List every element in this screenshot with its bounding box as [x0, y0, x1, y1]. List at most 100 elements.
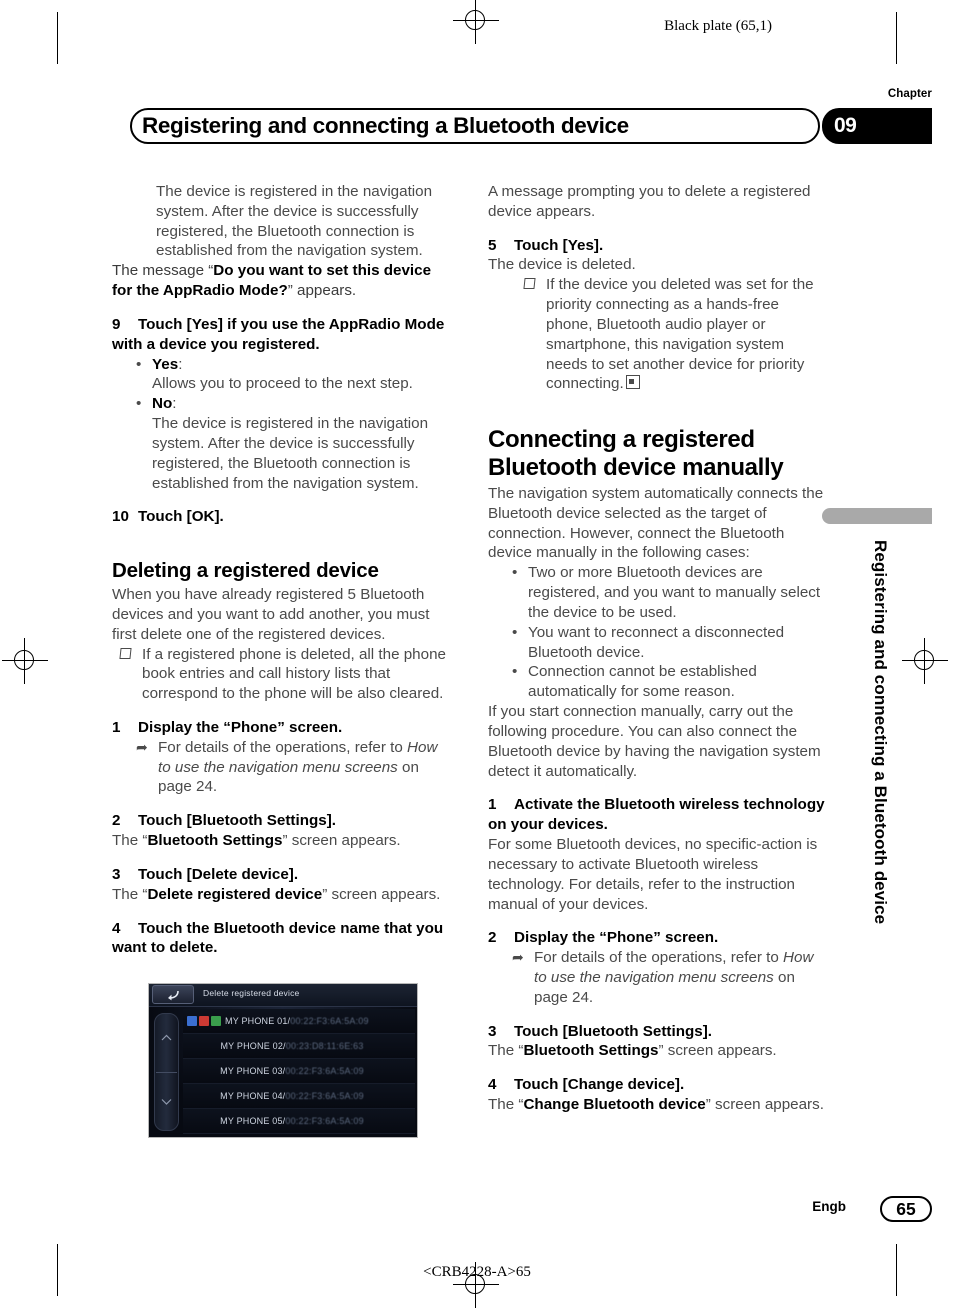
hands-free-profile-icon — [187, 1016, 197, 1026]
step-2-text: Touch [Bluetooth Settings]. — [138, 812, 336, 830]
step-10-number: 10 — [112, 508, 129, 526]
step-3-number: 3 — [488, 1022, 497, 1040]
side-tab-bar — [822, 508, 932, 524]
note-deleted-phone-text: If a registered phone is deleted, all th… — [142, 645, 446, 703]
note-square-icon — [523, 275, 546, 394]
device-name: MY PHONE 03/ — [220, 1066, 286, 1076]
device-address: 00:22:F3:6A:5A:09 — [285, 1066, 364, 1076]
after-3r-prefix: The “ — [488, 1042, 524, 1060]
after-step-4-right: The “Change Bluetooth device” screen app… — [488, 1095, 828, 1115]
step-2-number: 2 — [488, 929, 497, 947]
step-3-left: 3 Touch [Delete device]. — [112, 865, 452, 885]
page-header-bar: Registering and connecting a Bluetooth d… — [130, 108, 820, 144]
bullet-dot-icon: • — [136, 355, 142, 373]
intro-indent-paragraph: The device is registered in the navigati… — [156, 183, 433, 260]
step-4-text: Touch [Change device]. — [514, 1076, 685, 1094]
device-name: MY PHONE 04/ — [220, 1091, 286, 1101]
back-arrow-glyph — [168, 990, 179, 1000]
after-step-2-left: The “Bluetooth Settings” screen appears. — [112, 831, 452, 851]
device-name: MY PHONE 05/ — [220, 1116, 286, 1126]
section-title-deleting: Deleting a registered device — [112, 559, 379, 583]
connect-bullet-1-text: Two or more Bluetooth devices are regist… — [528, 564, 821, 621]
chevron-up-icon[interactable] — [161, 1034, 172, 1041]
after-step-3-left: The “Delete registered device” screen ap… — [112, 885, 452, 905]
scrollbar-divider — [156, 1072, 177, 1073]
connect-bullet-3: • Connection cannot be established autom… — [512, 662, 828, 702]
device-scrollbar[interactable] — [154, 1013, 179, 1131]
chevron-down-icon[interactable] — [161, 1098, 172, 1105]
bullet-yes-body: Allows you to proceed to the next step. — [152, 375, 413, 393]
step-10: 10 Touch [OK]. — [112, 507, 452, 527]
bullet-no-label: No — [152, 395, 173, 413]
step-1-text: Display the “Phone” screen. — [138, 718, 343, 736]
list-item[interactable]: MY PHONE 04/ 00:22:F3:6A:5A:09 — [183, 1084, 415, 1109]
device-address: 00:22:F3:6A:5A:09 — [290, 1016, 369, 1026]
reference-1-left: ➦ For details of the operations, refer t… — [136, 738, 452, 797]
device-name: MY PHONE 02/ — [220, 1041, 286, 1051]
after-3r-bold: Bluetooth Settings — [523, 1042, 659, 1060]
right-intro-paragraph: A message prompting you to delete a regi… — [488, 183, 811, 220]
device-screenshot: Delete registered device MY PHONE 01/ 00… — [148, 983, 418, 1138]
bullet-dot-icon: • — [512, 663, 518, 681]
device-screen-topbar: Delete registered device — [149, 984, 417, 1007]
connect-bullet-2-text: You want to reconnect a disconnected Blu… — [528, 623, 785, 661]
step-1-number: 1 — [112, 718, 121, 736]
right-column: A message prompting you to delete a regi… — [488, 182, 828, 1115]
device-address: 00:22:F3:6A:5A:09 — [285, 1116, 364, 1126]
note-priority-connecting: If the device you deleted was set for th… — [523, 275, 828, 394]
section-title-connecting: Connecting a registered Bluetooth device… — [488, 426, 784, 482]
list-item[interactable]: MY PHONE 05/ 00:22:F3:6A:5A:09 — [183, 1109, 415, 1134]
bullet-yes-colon: : — [178, 355, 183, 373]
list-item[interactable]: MY PHONE 03/ 00:22:F3:6A:5A:09 — [183, 1059, 415, 1084]
step-4-number: 4 — [112, 919, 121, 937]
device-address: 00:22:F3:6A:5A:09 — [285, 1091, 364, 1101]
after-3-suffix: ” screen appears. — [322, 885, 441, 903]
reference-1-prefix: For details of the operations, refer to — [158, 738, 408, 756]
step-4-text: Touch the Bluetooth device name that you… — [112, 919, 444, 957]
bullet-spacer — [136, 374, 152, 394]
after-step-3-right: The “Bluetooth Settings” screen appears. — [488, 1041, 828, 1061]
step-5-text: Touch [Yes]. — [514, 236, 604, 254]
after-step-1-right: For some Bluetooth devices, no specific-… — [488, 836, 818, 913]
smartphone-profile-icon — [211, 1016, 221, 1026]
bullet-no: • No: — [136, 394, 452, 414]
reference-arrow-icon: ➦ — [136, 738, 148, 755]
bullet-yes-label: Yes — [152, 355, 179, 373]
device-screen-body: MY PHONE 01/ 00:22:F3:6A:5A:09 MY PHONE … — [149, 1007, 417, 1137]
after-3-bold: Delete registered device — [147, 885, 323, 903]
list-item[interactable]: MY PHONE 01/ 00:22:F3:6A:5A:09 — [183, 1009, 415, 1034]
step-3-text: Touch [Bluetooth Settings]. — [514, 1022, 712, 1040]
step-2-number: 2 — [112, 812, 121, 830]
after-2-prefix: The “ — [112, 832, 148, 850]
bullet-yes: • Yes: — [136, 355, 452, 375]
footer-page-number: 65 — [880, 1196, 932, 1222]
bullet-yes-body-row: Allows you to proceed to the next step. — [136, 374, 452, 394]
after-step-5-right: The device is deleted. — [488, 256, 636, 274]
note-priority-connecting-text: If the device you deleted was set for th… — [546, 276, 814, 393]
list-item[interactable]: MY PHONE 02/ 00:23:D8:11:6E:63 — [183, 1034, 415, 1059]
note-deleted-phone: If a registered phone is deleted, all th… — [119, 645, 452, 704]
apprad-message-paragraph: The message “Do you want to set this dev… — [112, 261, 452, 301]
step-1-right: 1 Activate the Bluetooth wireless technol… — [488, 795, 828, 835]
step-2-left: 2 Touch [Bluetooth Settings]. — [112, 811, 452, 831]
footer-language-code: Engb — [812, 1199, 846, 1214]
step-5-right: 5 Touch [Yes]. — [488, 236, 828, 256]
bullet-no-colon: : — [172, 395, 177, 413]
bullet-no-body: The device is registered in the navigati… — [152, 415, 429, 492]
crop-mark-top-right — [896, 12, 897, 64]
registration-mark-left — [2, 638, 48, 684]
after-3-prefix: The “ — [112, 885, 148, 903]
after-4r-prefix: The “ — [488, 1096, 524, 1114]
step-9-number: 9 — [112, 315, 121, 333]
step-3-right: 3 Touch [Bluetooth Settings]. — [488, 1022, 828, 1042]
step-1-text: Activate the Bluetooth wireless technolo… — [488, 796, 825, 834]
reference-2-prefix: For details of the operations, refer to — [534, 949, 784, 967]
step-4-number: 4 — [488, 1076, 497, 1094]
step-2-right: 2 Display the “Phone” screen. — [488, 928, 828, 948]
device-screen-title: Delete registered device — [203, 988, 300, 998]
step-5-number: 5 — [488, 236, 497, 254]
left-column: The device is registered in the navigati… — [112, 182, 452, 958]
crop-mark-top-left — [57, 12, 58, 64]
back-arrow-icon[interactable] — [152, 985, 194, 1004]
step-3-number: 3 — [112, 865, 121, 883]
